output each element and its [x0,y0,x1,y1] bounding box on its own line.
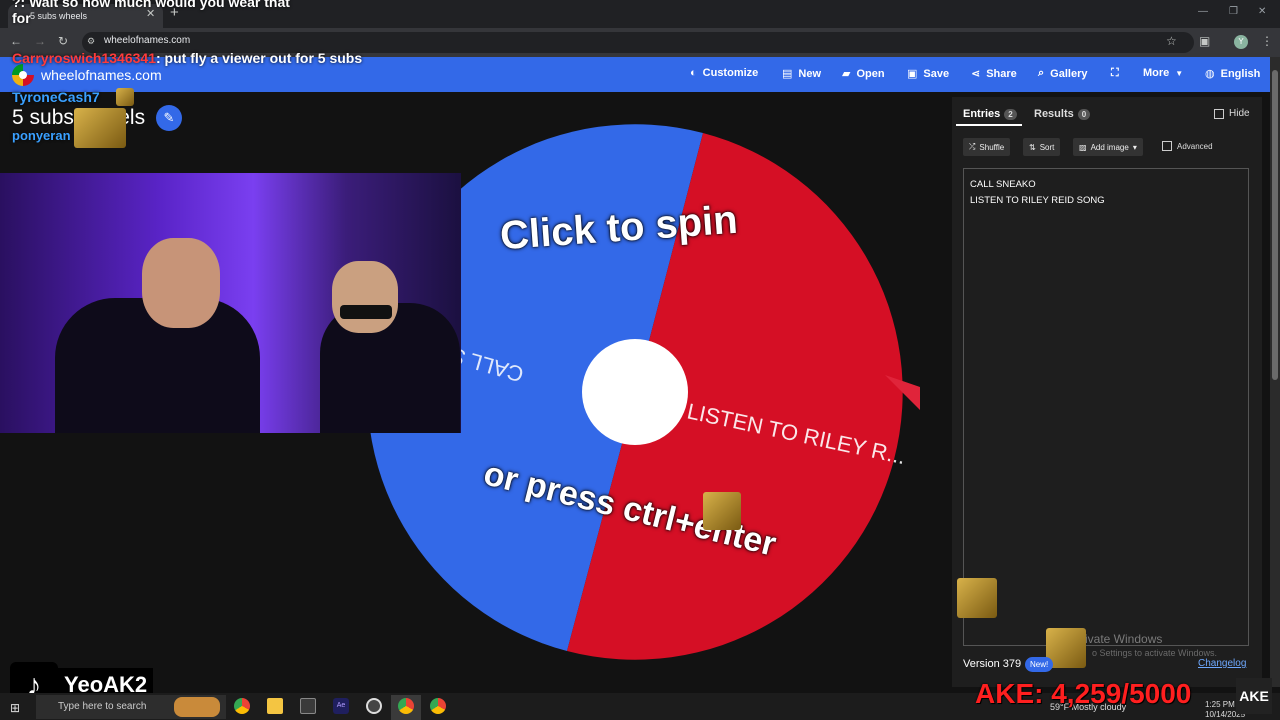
tab-results[interactable]: Results 0 [1034,108,1091,120]
results-count-badge: 0 [1077,109,1091,120]
guest-face [332,261,398,333]
entries-textarea[interactable]: CALL SNEAKO LISTEN TO RILEY REID SONG [963,168,1249,646]
chevron-down-icon: ▾ [1132,142,1137,152]
changelog-link[interactable]: Changelog [1198,658,1246,669]
site-name[interactable]: wheelofnames.com [41,67,162,83]
sort-button[interactable]: ⇅ Sort [1023,138,1061,156]
emote-image [957,578,997,618]
activate-windows-subtitle: o Settings to activate Windows. [1092,648,1218,658]
new-badge[interactable]: New! [1025,657,1054,672]
profile-avatar[interactable]: Y [1234,35,1248,49]
after-effects-icon[interactable]: Ae [333,698,349,714]
chat-line: Carryroswich1346341: put fly a viewer ou… [12,50,362,66]
emote-image [74,108,126,148]
wheel-center[interactable] [582,339,688,445]
shuffle-icon: ⤮ [969,142,976,151]
back-icon[interactable]: ← [10,34,22,48]
pencil-icon: ✎ [163,110,175,125]
gallery-button[interactable]: ⌕ Gallery [1038,67,1087,80]
share-icon: ⋖ [971,68,981,80]
language-button[interactable]: ◍ English [1205,67,1260,81]
chat-line: ?: Wait so how much would you wear that [12,0,290,10]
advanced-toggle[interactable]: Advanced [1162,141,1213,151]
hide-toggle[interactable]: Hide [1214,108,1250,119]
chat-line: for [12,10,31,26]
activate-windows-title: ivate Windows [1085,632,1163,646]
save-icon: ▣ [907,68,918,80]
edit-title-button[interactable]: ✎ [156,105,182,131]
palette-icon: ◐ [690,67,697,79]
share-button[interactable]: ⋖ Share [971,67,1017,81]
minimize-icon[interactable]: — [1198,6,1208,17]
emote-image [116,88,134,106]
maximize-icon[interactable]: ❐ [1229,6,1238,17]
scrollbar-thumb[interactable] [1272,70,1278,380]
more-button[interactable]: More ▼ [1143,67,1183,79]
browser-menu-icon[interactable]: ⋮ [1261,34,1273,48]
streamer-face [142,238,220,328]
start-icon[interactable]: ⊞ [10,701,20,715]
search-icon: ⌕ [1038,67,1045,79]
entry-line: LISTEN TO RILEY REID SONG [970,195,1105,206]
wheel-logo-icon[interactable] [12,64,34,86]
image-icon: ▨ [1079,142,1087,152]
forward-icon[interactable]: → [34,34,46,48]
webcam-overlay [0,173,461,433]
version-text: Version 379 [963,658,1022,670]
chat-username: ponyeran [12,128,71,143]
file-explorer-icon[interactable] [267,698,283,714]
url-text: wheelofnames.com [104,35,191,46]
chrome-icon[interactable] [430,698,446,714]
fullscreen-button[interactable]: ⛶ [1111,67,1119,80]
chat-username: TyroneCash7 [12,89,100,105]
streamer-logo: AKE [1236,678,1272,714]
globe-icon: ◍ [1205,68,1215,80]
sunglasses [340,305,392,319]
advanced-checkbox[interactable] [1162,141,1172,151]
close-window-icon[interactable]: ✕ [1258,6,1266,17]
chevron-down-icon: ▼ [1175,68,1184,78]
obs-icon[interactable] [366,698,382,714]
file-icon: ▤ [782,68,793,80]
reload-icon[interactable]: ↻ [58,34,68,48]
store-icon[interactable] [300,698,316,714]
site-info-icon[interactable]: ⚙ [87,36,95,47]
sort-icon: ⇅ [1029,142,1036,152]
entries-count-badge: 2 [1004,109,1017,120]
shuffle-button[interactable]: ⤮ Shuffle [963,138,1011,156]
open-button[interactable]: ▰ Open [842,67,885,81]
tab-search-icon[interactable]: ▣ [1199,34,1210,48]
tab-title: 5 subs wheels [30,11,88,21]
chrome-icon[interactable] [398,698,414,714]
entry-line: CALL SNEAKO [970,179,1036,190]
fullscreen-icon: ⛶ [1111,67,1119,79]
chrome-icon[interactable] [234,698,250,714]
customize-button[interactable]: ◐ Customize [690,67,758,79]
emote-image [703,492,741,530]
hide-checkbox[interactable] [1214,108,1224,119]
new-button[interactable]: ▤ New [782,67,821,81]
tab-entries[interactable]: Entries 2 [963,108,1017,120]
chat-username: Carryroswich1346341 [12,50,156,66]
search-highlight-image [174,697,220,717]
folder-icon: ▰ [842,68,851,80]
active-tab-indicator [956,124,1022,126]
chat-message: : put fly a viewer out for 5 subs [156,50,363,66]
add-image-button[interactable]: ▨ Add image ▾ [1073,138,1143,156]
sub-goal-counter: AKE: 4,259/5000 [975,678,1192,709]
save-button[interactable]: ▣ Save [907,67,949,81]
bookmark-star-icon[interactable]: ☆ [1166,34,1177,48]
